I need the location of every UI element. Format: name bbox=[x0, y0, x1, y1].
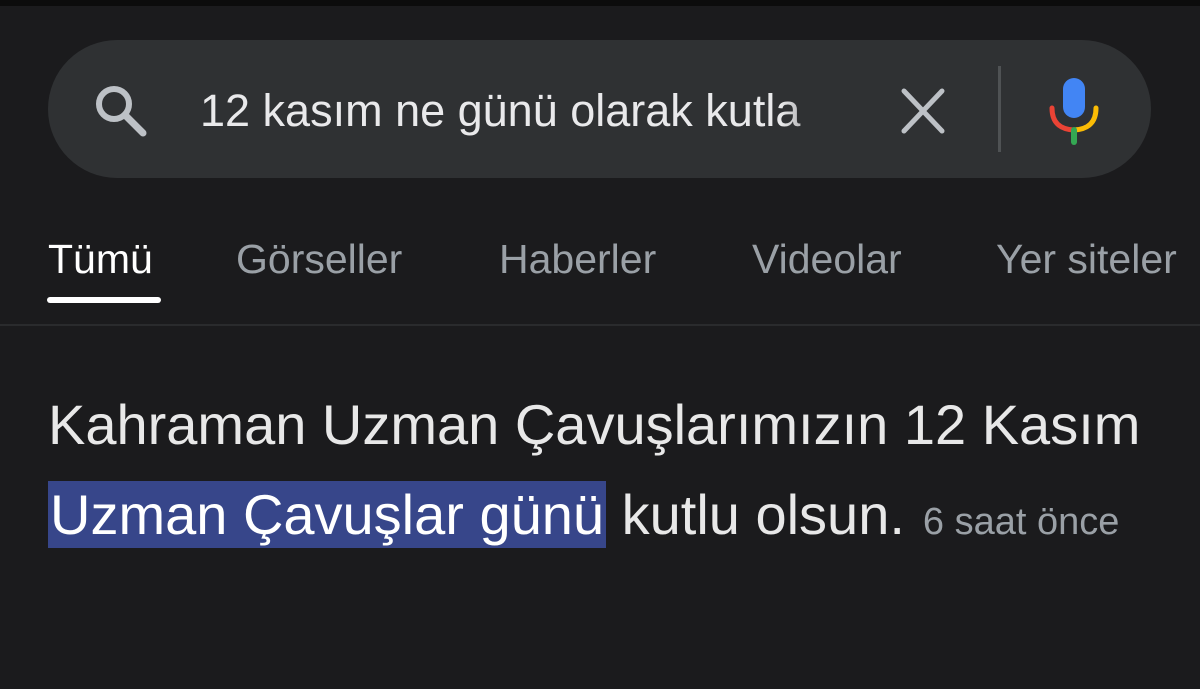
tab-places[interactable]: Yer siteler bbox=[996, 228, 1177, 290]
search-input[interactable] bbox=[200, 80, 860, 142]
tab-videos[interactable]: Videolar bbox=[752, 228, 902, 290]
voice-search-button[interactable] bbox=[1038, 72, 1110, 150]
result-text-before: Kahraman Uzman Çavuşlarımızın 12 Kasım bbox=[48, 393, 1141, 456]
result-timestamp: 6 saat önce bbox=[922, 501, 1120, 543]
result-snippet[interactable]: Kahraman Uzman Çavuşlarımızın 12 Kasım U… bbox=[48, 380, 1168, 567]
result-text-after: kutlu olsun. bbox=[621, 483, 905, 546]
active-tab-indicator bbox=[47, 297, 161, 303]
mic-icon bbox=[1049, 78, 1099, 145]
status-bar-edge bbox=[0, 0, 1200, 6]
tab-news[interactable]: Haberler bbox=[499, 228, 656, 290]
close-icon bbox=[901, 88, 945, 134]
highlighted-text: Uzman Çavuşlar günü bbox=[48, 481, 607, 548]
search-results-page: Tümü Görseller Haberler Videolar Yer sit… bbox=[0, 0, 1200, 689]
clear-search-button[interactable] bbox=[890, 80, 956, 142]
tabs-divider bbox=[0, 324, 1200, 326]
search-tabs: Tümü Görseller Haberler Videolar Yer sit… bbox=[0, 228, 1200, 308]
tab-all[interactable]: Tümü bbox=[48, 228, 153, 290]
search-icon[interactable] bbox=[88, 78, 152, 142]
tab-images[interactable]: Görseller bbox=[236, 228, 402, 290]
search-bar-divider bbox=[998, 66, 1001, 152]
